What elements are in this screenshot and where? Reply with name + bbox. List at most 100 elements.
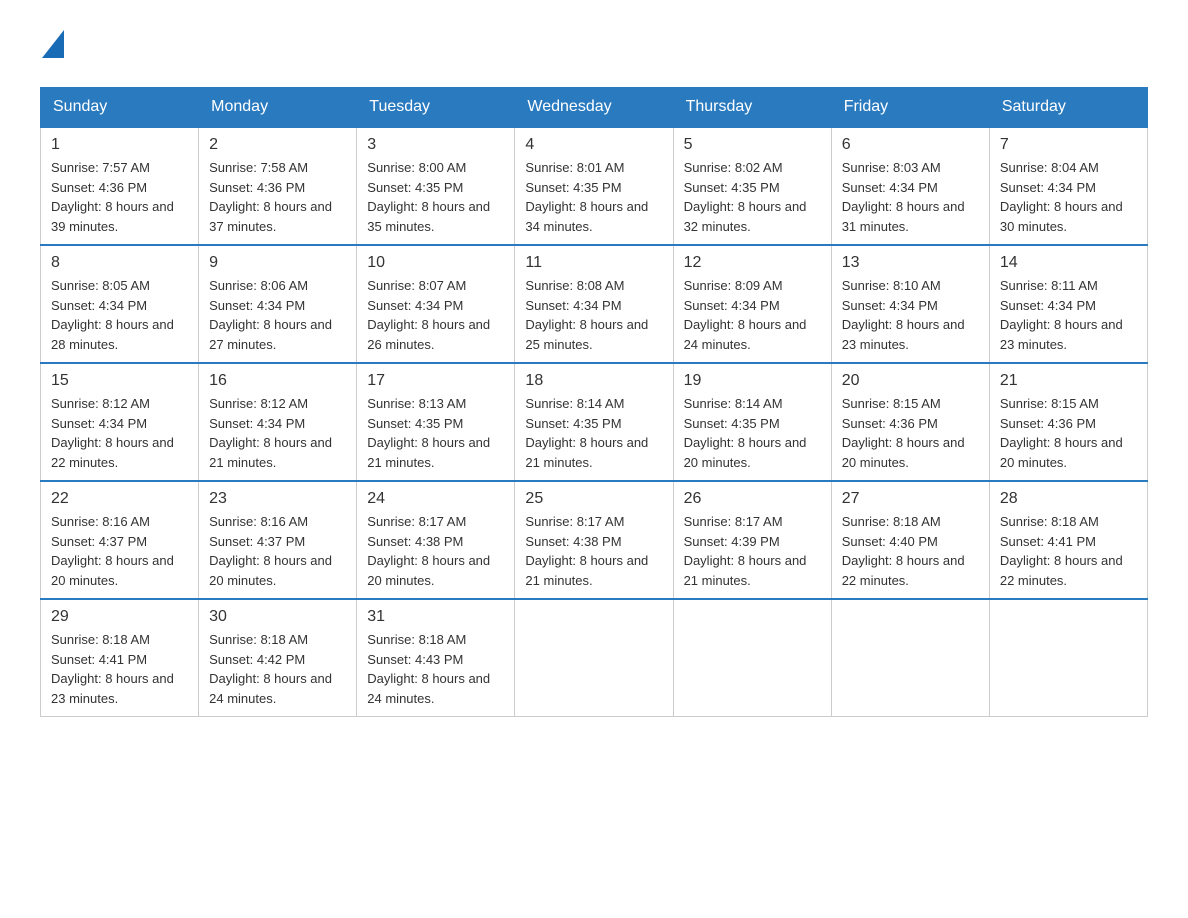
sunset-label: Sunset: 4:42 PM [209,652,305,667]
day-info: Sunrise: 8:18 AM Sunset: 4:40 PM Dayligh… [842,512,979,590]
sunrise-label: Sunrise: 8:16 AM [51,514,150,529]
daylight-label: Daylight: 8 hours and 32 minutes. [684,199,807,234]
day-number: 31 [367,608,504,626]
sunset-label: Sunset: 4:34 PM [842,298,938,313]
day-number: 18 [525,372,662,390]
day-info: Sunrise: 8:15 AM Sunset: 4:36 PM Dayligh… [842,394,979,472]
calendar-cell: 1 Sunrise: 7:57 AM Sunset: 4:36 PM Dayli… [41,127,199,245]
day-number: 19 [684,372,821,390]
col-header-sunday: Sunday [41,88,199,128]
day-number: 10 [367,254,504,272]
sunset-label: Sunset: 4:41 PM [51,652,147,667]
day-info: Sunrise: 8:17 AM Sunset: 4:38 PM Dayligh… [367,512,504,590]
calendar-week-row: 1 Sunrise: 7:57 AM Sunset: 4:36 PM Dayli… [41,127,1148,245]
calendar-cell: 4 Sunrise: 8:01 AM Sunset: 4:35 PM Dayli… [515,127,673,245]
day-info: Sunrise: 8:13 AM Sunset: 4:35 PM Dayligh… [367,394,504,472]
sunset-label: Sunset: 4:36 PM [842,416,938,431]
daylight-label: Daylight: 8 hours and 21 minutes. [525,435,648,470]
sunrise-label: Sunrise: 8:05 AM [51,278,150,293]
day-info: Sunrise: 7:58 AM Sunset: 4:36 PM Dayligh… [209,158,346,236]
sunrise-label: Sunrise: 8:02 AM [684,160,783,175]
calendar-cell: 10 Sunrise: 8:07 AM Sunset: 4:34 PM Dayl… [357,245,515,363]
calendar-cell: 9 Sunrise: 8:06 AM Sunset: 4:34 PM Dayli… [199,245,357,363]
day-number: 23 [209,490,346,508]
sunrise-label: Sunrise: 8:00 AM [367,160,466,175]
sunset-label: Sunset: 4:35 PM [684,416,780,431]
sunset-label: Sunset: 4:35 PM [525,416,621,431]
sunset-label: Sunset: 4:34 PM [1000,180,1096,195]
day-number: 3 [367,136,504,154]
day-number: 8 [51,254,188,272]
sunrise-label: Sunrise: 8:14 AM [525,396,624,411]
sunrise-label: Sunrise: 8:16 AM [209,514,308,529]
day-number: 14 [1000,254,1137,272]
sunset-label: Sunset: 4:36 PM [51,180,147,195]
col-header-monday: Monday [199,88,357,128]
sunrise-label: Sunrise: 8:12 AM [51,396,150,411]
logo-icon [40,30,64,67]
col-header-tuesday: Tuesday [357,88,515,128]
calendar-cell: 20 Sunrise: 8:15 AM Sunset: 4:36 PM Dayl… [831,363,989,481]
day-info: Sunrise: 8:02 AM Sunset: 4:35 PM Dayligh… [684,158,821,236]
sunrise-label: Sunrise: 8:04 AM [1000,160,1099,175]
sunrise-label: Sunrise: 8:14 AM [684,396,783,411]
sunset-label: Sunset: 4:34 PM [209,416,305,431]
day-number: 30 [209,608,346,626]
sunset-label: Sunset: 4:37 PM [209,534,305,549]
col-header-wednesday: Wednesday [515,88,673,128]
calendar-cell [831,599,989,717]
calendar-cell: 8 Sunrise: 8:05 AM Sunset: 4:34 PM Dayli… [41,245,199,363]
col-header-friday: Friday [831,88,989,128]
daylight-label: Daylight: 8 hours and 25 minutes. [525,317,648,352]
sunrise-label: Sunrise: 8:17 AM [525,514,624,529]
daylight-label: Daylight: 8 hours and 22 minutes. [1000,553,1123,588]
calendar-cell: 24 Sunrise: 8:17 AM Sunset: 4:38 PM Dayl… [357,481,515,599]
sunset-label: Sunset: 4:35 PM [525,180,621,195]
sunrise-label: Sunrise: 8:17 AM [367,514,466,529]
day-info: Sunrise: 8:14 AM Sunset: 4:35 PM Dayligh… [525,394,662,472]
calendar-week-row: 15 Sunrise: 8:12 AM Sunset: 4:34 PM Dayl… [41,363,1148,481]
sunset-label: Sunset: 4:35 PM [684,180,780,195]
calendar-cell [515,599,673,717]
day-info: Sunrise: 8:17 AM Sunset: 4:38 PM Dayligh… [525,512,662,590]
sunset-label: Sunset: 4:36 PM [1000,416,1096,431]
day-info: Sunrise: 8:15 AM Sunset: 4:36 PM Dayligh… [1000,394,1137,472]
calendar-header-row: SundayMondayTuesdayWednesdayThursdayFrid… [41,88,1148,128]
page-header [40,30,1148,67]
day-info: Sunrise: 8:18 AM Sunset: 4:42 PM Dayligh… [209,630,346,708]
calendar-week-row: 8 Sunrise: 8:05 AM Sunset: 4:34 PM Dayli… [41,245,1148,363]
daylight-label: Daylight: 8 hours and 20 minutes. [684,435,807,470]
calendar-cell: 12 Sunrise: 8:09 AM Sunset: 4:34 PM Dayl… [673,245,831,363]
daylight-label: Daylight: 8 hours and 30 minutes. [1000,199,1123,234]
daylight-label: Daylight: 8 hours and 39 minutes. [51,199,174,234]
day-number: 15 [51,372,188,390]
day-info: Sunrise: 8:18 AM Sunset: 4:41 PM Dayligh… [1000,512,1137,590]
sunrise-label: Sunrise: 7:58 AM [209,160,308,175]
sunrise-label: Sunrise: 8:18 AM [842,514,941,529]
calendar-cell: 21 Sunrise: 8:15 AM Sunset: 4:36 PM Dayl… [989,363,1147,481]
logo [40,30,68,67]
day-info: Sunrise: 8:07 AM Sunset: 4:34 PM Dayligh… [367,276,504,354]
calendar-cell: 29 Sunrise: 8:18 AM Sunset: 4:41 PM Dayl… [41,599,199,717]
day-number: 2 [209,136,346,154]
daylight-label: Daylight: 8 hours and 27 minutes. [209,317,332,352]
sunset-label: Sunset: 4:34 PM [842,180,938,195]
sunrise-label: Sunrise: 8:10 AM [842,278,941,293]
day-number: 7 [1000,136,1137,154]
sunset-label: Sunset: 4:35 PM [367,416,463,431]
calendar-cell: 30 Sunrise: 8:18 AM Sunset: 4:42 PM Dayl… [199,599,357,717]
day-info: Sunrise: 8:16 AM Sunset: 4:37 PM Dayligh… [209,512,346,590]
calendar-cell: 5 Sunrise: 8:02 AM Sunset: 4:35 PM Dayli… [673,127,831,245]
day-number: 5 [684,136,821,154]
sunset-label: Sunset: 4:34 PM [525,298,621,313]
sunrise-label: Sunrise: 8:11 AM [1000,278,1098,293]
calendar-cell: 16 Sunrise: 8:12 AM Sunset: 4:34 PM Dayl… [199,363,357,481]
day-number: 28 [1000,490,1137,508]
sunrise-label: Sunrise: 8:18 AM [51,632,150,647]
sunset-label: Sunset: 4:34 PM [684,298,780,313]
day-info: Sunrise: 8:06 AM Sunset: 4:34 PM Dayligh… [209,276,346,354]
day-number: 12 [684,254,821,272]
calendar-cell: 13 Sunrise: 8:10 AM Sunset: 4:34 PM Dayl… [831,245,989,363]
daylight-label: Daylight: 8 hours and 20 minutes. [209,553,332,588]
day-info: Sunrise: 8:17 AM Sunset: 4:39 PM Dayligh… [684,512,821,590]
